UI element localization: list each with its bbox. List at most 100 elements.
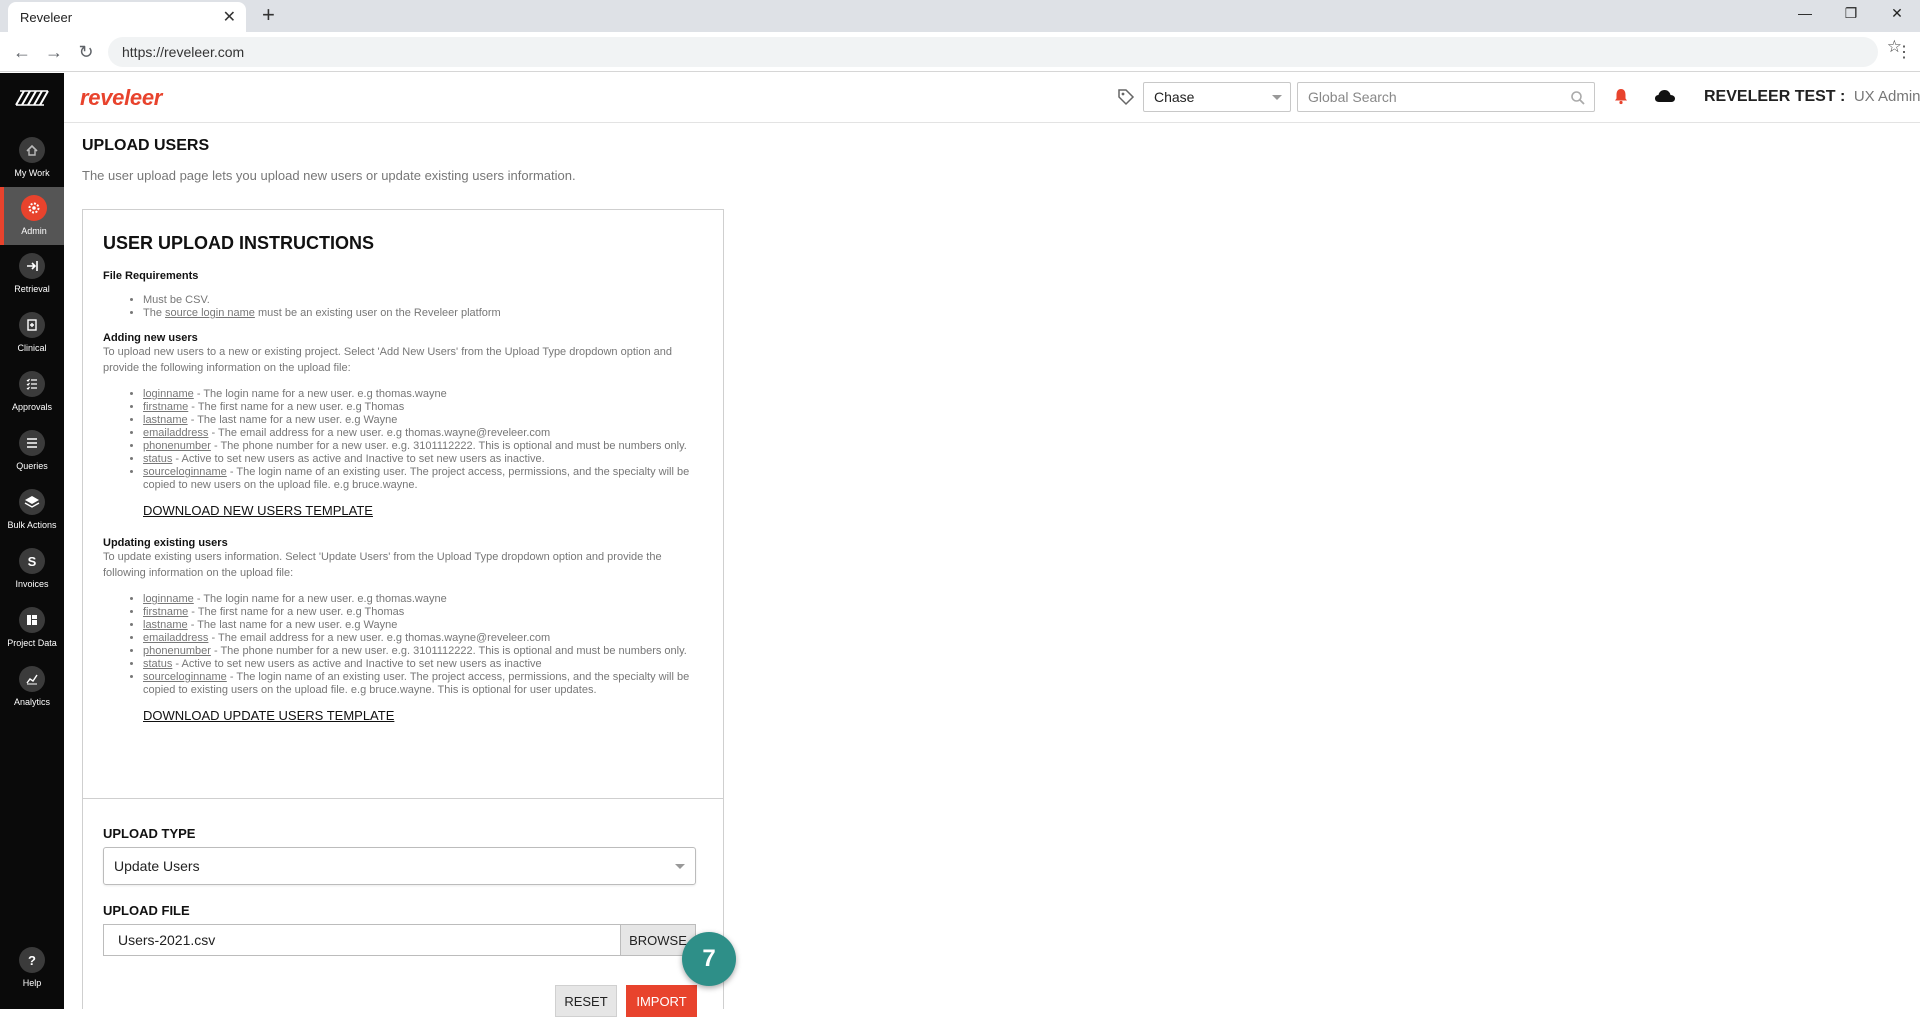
sidebar-item-admin[interactable]: Admin (0, 187, 64, 245)
upload-file-row: Users-2021.csv BROWSE (103, 924, 696, 956)
forward-icon[interactable]: → (42, 40, 66, 64)
client-select[interactable]: Chase (1143, 82, 1291, 112)
sidebar-item-label: Queries (16, 461, 48, 471)
sidebar-item-label: Admin (21, 226, 47, 236)
window-controls: — ❐ ✕ (1782, 0, 1920, 26)
sidebar-item-clinical[interactable]: Clinical (0, 304, 64, 362)
download-new-users-template-link[interactable]: DOWNLOAD NEW USERS TEMPLATE (143, 503, 703, 518)
chart-icon (19, 666, 45, 692)
upload-card: USER UPLOAD INSTRUCTIONS File Requiremen… (82, 209, 724, 1017)
source-login-name-link: source login name (165, 307, 255, 319)
sidebar-item-invoices[interactable]: S Invoices (0, 540, 64, 598)
list-check-icon (19, 371, 45, 397)
reveleer-logo-icon[interactable] (14, 87, 50, 109)
brand-logo[interactable]: reveleer (80, 85, 162, 111)
tag-icon[interactable] (1116, 87, 1136, 107)
adding-fields-list: loginname - The login name for a new use… (143, 388, 703, 492)
sidebar-item-label: Project Data (7, 638, 57, 648)
dollar-icon: S (19, 548, 45, 574)
list-item: emailaddress - The email address for a n… (143, 427, 703, 440)
step-number-badge: 7 (682, 932, 736, 986)
list-item: firstname - The first name for a new use… (143, 606, 703, 619)
list-item: loginname - The login name for a new use… (143, 388, 703, 401)
list-item: lastname - The last name for a new user.… (143, 619, 703, 632)
updating-fields-list: loginname - The login name for a new use… (143, 593, 703, 697)
list-item: The source login name must be an existin… (143, 307, 703, 320)
sidebar-item-label: Help (22, 978, 42, 988)
grid-icon (19, 607, 45, 633)
minimize-icon[interactable]: — (1782, 0, 1828, 26)
list-item: lastname - The last name for a new user.… (143, 414, 703, 427)
adding-users-text: To upload new users to a new or existing… (103, 346, 672, 374)
list-icon (19, 430, 45, 456)
browser-menu-icon[interactable]: ⋮ (1896, 42, 1912, 62)
chevron-down-icon (1272, 95, 1282, 100)
list-item: sourceloginname - The login name of an e… (143, 671, 703, 697)
sidebar-item-approvals[interactable]: Approvals (0, 363, 64, 421)
url-input[interactable]: https://reveleer.com (108, 37, 1878, 67)
clipboard-icon (19, 312, 45, 338)
global-search-placeholder: Global Search (1308, 89, 1397, 105)
list-item: phonenumber - The phone number for a new… (143, 440, 703, 453)
sidebar-item-my-work[interactable]: My Work (0, 129, 64, 187)
upload-type-label: UPLOAD TYPE (103, 826, 196, 841)
back-icon[interactable]: ← (10, 40, 34, 64)
help-icon: ? (19, 947, 45, 973)
bell-icon[interactable] (1613, 87, 1629, 105)
close-tab-icon[interactable]: ✕ (223, 7, 236, 27)
sidebar-item-label: Bulk Actions (7, 520, 57, 530)
gear-icon (21, 195, 47, 221)
user-org: REVELEER TEST : (1704, 88, 1846, 105)
search-icon[interactable] (1570, 90, 1586, 106)
upload-type-select[interactable]: Update Users (103, 847, 696, 885)
url-text: https://reveleer.com (122, 44, 245, 60)
list-item: loginname - The login name for a new use… (143, 593, 703, 606)
cloud-icon[interactable] (1654, 88, 1676, 104)
new-tab-icon[interactable]: + (262, 4, 275, 26)
arrow-right-icon (19, 253, 45, 279)
upload-file-label: UPLOAD FILE (103, 903, 190, 918)
sidebar-item-queries[interactable]: Queries (0, 422, 64, 480)
sidebar-item-label: My Work (14, 168, 50, 178)
list-item: sourceloginname - The login name of an e… (143, 466, 703, 492)
updating-users-heading: Updating existing users (103, 537, 228, 549)
sidebar-item-retrieval[interactable]: Retrieval (0, 245, 64, 303)
browser-tab[interactable]: Reveleer ✕ (8, 2, 246, 32)
reload-icon[interactable]: ↻ (74, 40, 98, 64)
home-icon (19, 137, 45, 163)
browser-tab-bar: Reveleer ✕ + — ❐ ✕ (0, 0, 1920, 32)
sidebar-item-label: Analytics (13, 697, 50, 707)
sidebar-item-bulk-actions[interactable]: Bulk Actions (0, 481, 64, 539)
global-search-input[interactable]: Global Search (1297, 82, 1595, 112)
list-item: Must be CSV. (143, 294, 703, 307)
updating-users-text: To update existing users information. Se… (103, 551, 662, 579)
list-item: phonenumber - The phone number for a new… (143, 645, 703, 658)
sidebar-item-help[interactable]: ? Help (0, 939, 64, 997)
upload-file-input[interactable]: Users-2021.csv (103, 924, 620, 956)
sidebar-item-project-data[interactable]: Project Data (0, 599, 64, 657)
browser-tab-title: Reveleer (20, 9, 73, 25)
upload-file-value: Users-2021.csv (118, 932, 216, 948)
sidebar-item-label: Clinical (17, 343, 47, 353)
user-role: UX Admin (1853, 88, 1920, 105)
import-button[interactable]: IMPORT (626, 985, 697, 1017)
reset-button[interactable]: RESET (555, 985, 617, 1017)
sidebar-item-analytics[interactable]: Analytics (0, 658, 64, 716)
file-requirements-list: Must be CSV. The source login name must … (143, 294, 703, 320)
file-requirements-heading: File Requirements (103, 270, 199, 282)
sidebar-item-label: Retrieval (14, 284, 50, 294)
client-select-value: Chase (1154, 89, 1195, 105)
close-window-icon[interactable]: ✕ (1874, 0, 1920, 26)
list-item: status - Active to set new users as acti… (143, 453, 703, 466)
user-menu[interactable]: REVELEER TEST : UX Admin (1704, 88, 1920, 106)
chevron-down-icon (675, 864, 685, 869)
instructions-panel: USER UPLOAD INSTRUCTIONS File Requiremen… (83, 210, 723, 799)
restore-icon[interactable]: ❐ (1828, 0, 1874, 26)
page-title: UPLOAD USERS (82, 137, 210, 154)
list-item: emailaddress - The email address for a n… (143, 632, 703, 645)
download-update-users-template-link[interactable]: DOWNLOAD UPDATE USERS TEMPLATE (143, 708, 703, 723)
sidebar-item-label: Invoices (15, 579, 49, 589)
app-sidebar: My Work Admin Retrieval Clinical Approva… (0, 73, 64, 1009)
adding-users-heading: Adding new users (103, 332, 198, 344)
sidebar-item-label: Approvals (11, 402, 53, 412)
